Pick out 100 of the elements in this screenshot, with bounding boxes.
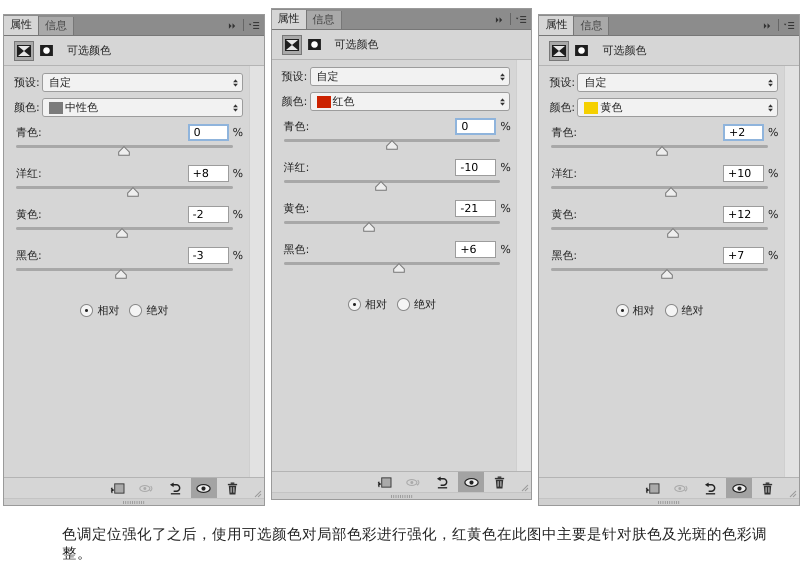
- color-dropdown[interactable]: 中性色: [42, 98, 243, 117]
- value-field[interactable]: -3: [188, 247, 229, 264]
- panel-tab[interactable]: 属性: [539, 16, 574, 35]
- value-field[interactable]: +6: [455, 241, 496, 258]
- percent-sign: %: [768, 249, 778, 262]
- reset-icon[interactable]: [435, 476, 450, 488]
- slider-thumb[interactable]: [664, 187, 676, 197]
- percent-sign: %: [500, 161, 510, 174]
- caption-text: 色调定位强化了之后，使用可选颜色对局部色彩进行强化，红黄色在此图中主要是针对肤色及光斑的色彩调整。: [62, 526, 768, 564]
- value-field[interactable]: -21: [455, 200, 496, 217]
- value-field[interactable]: -2: [188, 206, 229, 223]
- slider[interactable]: [551, 145, 768, 157]
- slider-thumb[interactable]: [118, 146, 130, 156]
- radio-option[interactable]: 绝对: [397, 297, 436, 312]
- slider-label: 青色:: [16, 125, 43, 140]
- value-field[interactable]: +2: [723, 124, 764, 141]
- panel-tab[interactable]: 属性: [272, 10, 307, 29]
- mask-icon[interactable]: [575, 45, 588, 56]
- slider-label: 黑色:: [16, 248, 43, 263]
- value-field[interactable]: 0: [455, 118, 496, 135]
- radio-option[interactable]: 相对: [616, 303, 655, 318]
- slider[interactable]: [16, 186, 233, 198]
- updown-icon: [768, 104, 774, 112]
- resize-grip-icon[interactable]: [789, 490, 798, 498]
- slider-label: 洋红:: [16, 166, 43, 181]
- menu-icon[interactable]: [783, 21, 796, 30]
- mask-icon[interactable]: [40, 45, 53, 56]
- scrollbar[interactable]: [784, 66, 800, 477]
- menu-icon[interactable]: [515, 15, 528, 24]
- resize-grip-icon[interactable]: [521, 484, 530, 492]
- clip-layer-icon[interactable]: [377, 476, 392, 488]
- slider-thumb[interactable]: [375, 181, 388, 191]
- drag-handle-icon[interactable]: [122, 500, 146, 504]
- value-field[interactable]: +7: [723, 247, 764, 264]
- slider[interactable]: [284, 262, 500, 274]
- slider[interactable]: [16, 227, 233, 239]
- slider-thumb[interactable]: [661, 269, 674, 279]
- resize-grip-icon[interactable]: [254, 490, 262, 498]
- clip-layer-icon[interactable]: [645, 482, 660, 494]
- slider[interactable]: [16, 145, 233, 157]
- radio-option[interactable]: 相对: [80, 303, 120, 318]
- slider-thumb[interactable]: [392, 263, 404, 273]
- clip-layer-icon[interactable]: [110, 482, 125, 494]
- scrollbar[interactable]: [516, 60, 532, 471]
- color-dropdown[interactable]: 红色: [310, 92, 510, 111]
- slider[interactable]: [551, 268, 768, 280]
- value-field[interactable]: +12: [723, 206, 764, 223]
- percent-sign: %: [232, 167, 243, 180]
- radio-option[interactable]: 绝对: [664, 303, 704, 318]
- slider[interactable]: [551, 227, 768, 239]
- value-field[interactable]: 0: [188, 124, 229, 141]
- drag-handle-icon[interactable]: [657, 500, 682, 504]
- reset-icon[interactable]: [168, 482, 183, 494]
- adjustment-icon[interactable]: [282, 34, 302, 54]
- slider[interactable]: [284, 139, 500, 151]
- collapse-icon[interactable]: [228, 22, 237, 30]
- slider-thumb[interactable]: [656, 146, 668, 156]
- adjustment-title: 可选颜色: [334, 37, 379, 52]
- eye-icon: [732, 482, 747, 494]
- value-field[interactable]: +8: [188, 165, 229, 182]
- slider-thumb[interactable]: [666, 228, 679, 238]
- drag-handle-icon[interactable]: [390, 494, 414, 498]
- radio-option[interactable]: 绝对: [129, 303, 168, 318]
- adjustment-icon[interactable]: [14, 40, 34, 60]
- slider-label: 黄色:: [551, 207, 578, 222]
- collapse-icon[interactable]: [495, 16, 504, 24]
- value-field[interactable]: -10: [455, 159, 496, 176]
- percent-sign: %: [768, 167, 778, 180]
- panel-tab[interactable]: 属性: [4, 16, 39, 35]
- slider-label: 黄色:: [284, 201, 310, 216]
- slider[interactable]: [16, 268, 233, 280]
- collapse-icon[interactable]: [763, 22, 772, 30]
- scrollbar[interactable]: [248, 66, 264, 477]
- slider-thumb[interactable]: [115, 269, 128, 279]
- preset-dropdown[interactable]: 自定: [577, 73, 778, 92]
- percent-sign: %: [768, 126, 778, 139]
- panel-tab[interactable]: 信息: [306, 11, 342, 29]
- menu-icon[interactable]: [248, 21, 260, 30]
- panel-tab[interactable]: 信息: [574, 17, 610, 35]
- slider-thumb[interactable]: [363, 222, 376, 232]
- mask-icon[interactable]: [308, 39, 321, 50]
- visibility-toggle[interactable]: [190, 478, 217, 498]
- color-dropdown[interactable]: 黄色: [577, 98, 778, 117]
- preset-dropdown[interactable]: 自定: [42, 73, 243, 92]
- visibility-toggle[interactable]: [726, 478, 752, 498]
- reset-icon[interactable]: [703, 482, 718, 494]
- slider[interactable]: [551, 186, 768, 198]
- slider-thumb[interactable]: [386, 140, 398, 150]
- preset-dropdown[interactable]: 自定: [310, 67, 510, 86]
- panel-tab[interactable]: 信息: [39, 17, 74, 35]
- slider[interactable]: [284, 221, 500, 233]
- radio-option[interactable]: 相对: [348, 297, 387, 312]
- slider[interactable]: [284, 180, 500, 192]
- value-field[interactable]: +10: [723, 165, 764, 182]
- slider-thumb[interactable]: [127, 187, 139, 197]
- visibility-toggle[interactable]: [458, 472, 484, 492]
- adjustment-icon[interactable]: [549, 40, 570, 60]
- slider-label: 黑色:: [551, 248, 578, 263]
- slider-thumb[interactable]: [116, 228, 128, 238]
- percent-sign: %: [232, 249, 243, 262]
